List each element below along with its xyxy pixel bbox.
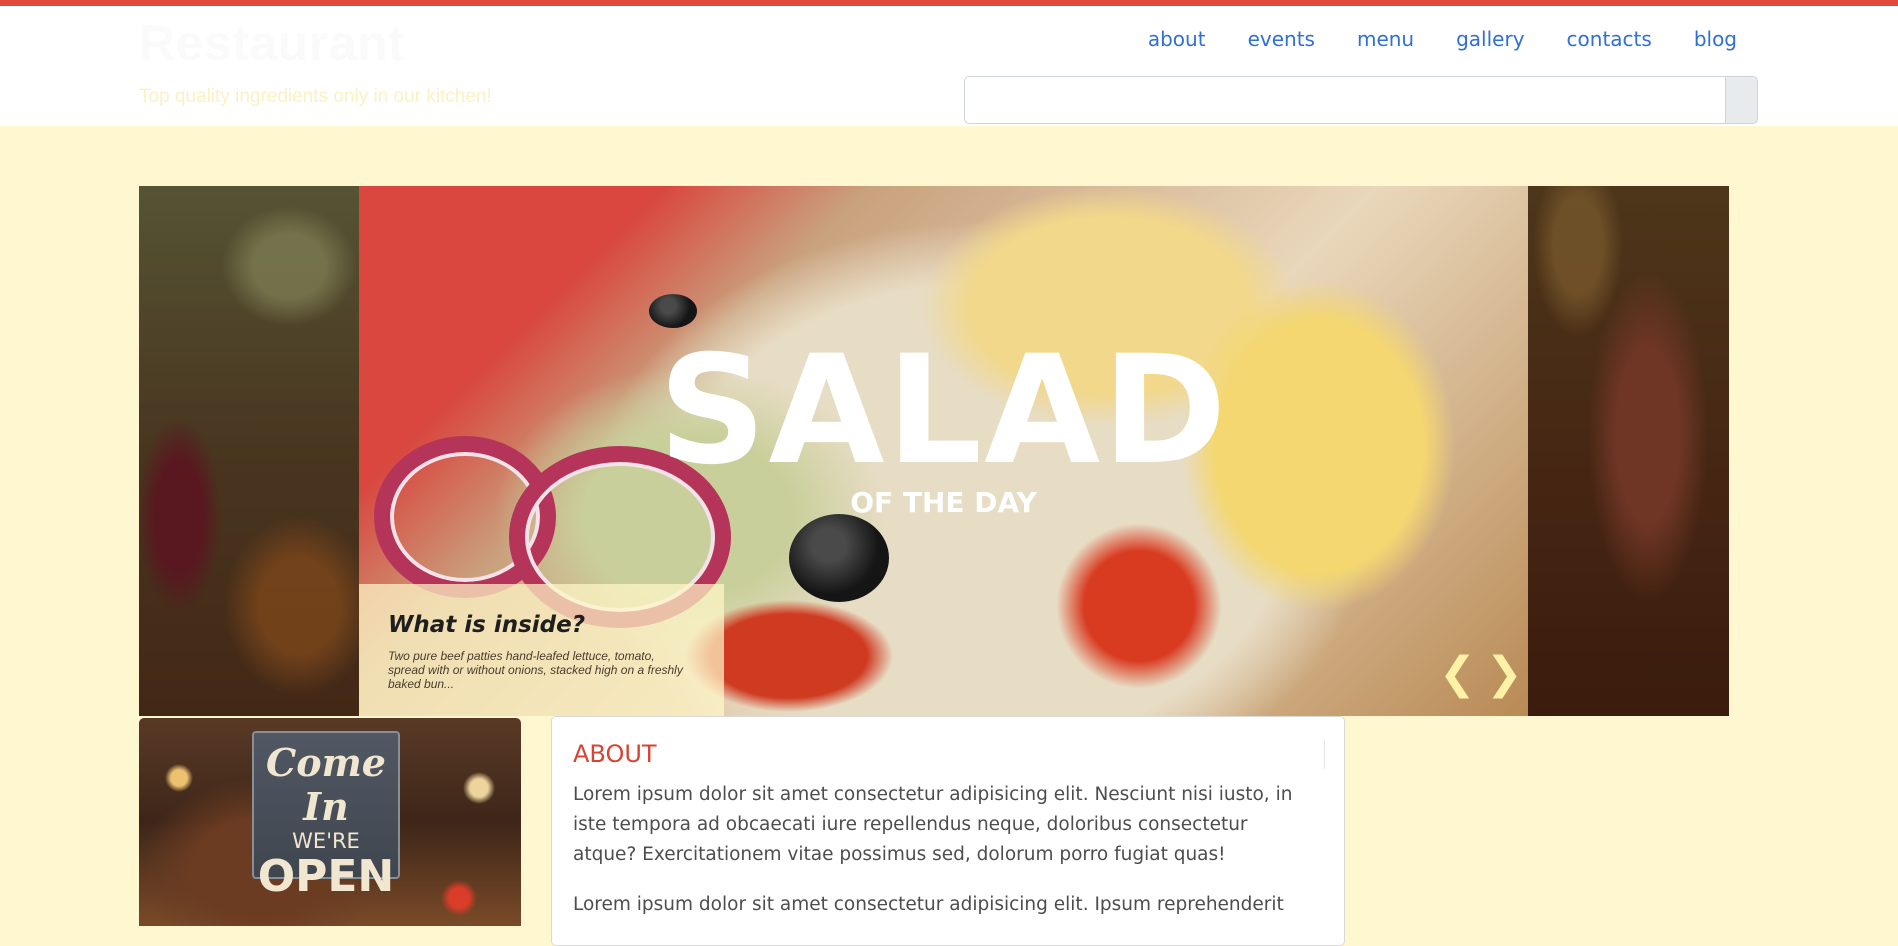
nav-link-contacts[interactable]: contacts	[1546, 26, 1673, 52]
about-card: ABOUT Lorem ipsum dolor sit amet consect…	[551, 716, 1345, 946]
slider-active-slide: SALAD OF THE DAY What is inside? Two pur…	[359, 186, 1528, 716]
search-input[interactable]	[964, 76, 1725, 124]
about-paragraph: Lorem ipsum dolor sit amet consectetur a…	[573, 784, 1293, 865]
brand-title[interactable]: Restaurant	[139, 14, 405, 72]
chevron-left-icon[interactable]: ❮	[1439, 652, 1476, 696]
search-bar	[964, 76, 1758, 124]
chevron-right-icon[interactable]: ❯	[1486, 652, 1523, 696]
slide-heading: SALAD	[658, 324, 1229, 498]
nav-link-events[interactable]: events	[1227, 26, 1336, 52]
open-sign: Come In WE'RE OPEN	[252, 731, 400, 901]
site-header: Restaurant Top quality ingredients only …	[0, 6, 1898, 126]
caption-title: What is inside?	[388, 612, 586, 638]
caption-text: Two pure beef patties hand-leafed lettuc…	[388, 649, 683, 691]
open-sign-image: Come In WE'RE OPEN	[139, 718, 521, 926]
slide-caption: What is inside? Two pure beef patties ha…	[359, 584, 724, 716]
slider-prev-slide-preview[interactable]	[139, 186, 359, 716]
olive-image	[649, 294, 697, 328]
sign-line-open: OPEN	[257, 851, 395, 902]
slider-controls: ❮ ❯	[1439, 652, 1523, 696]
olive-image	[789, 514, 889, 602]
hero-slider: SALAD OF THE DAY What is inside? Two pur…	[139, 186, 1729, 716]
main-nav: about events menu gallery contacts blog	[1127, 26, 1737, 52]
slider-next-slide-preview[interactable]	[1528, 186, 1729, 716]
nav-link-blog[interactable]: blog	[1673, 26, 1737, 52]
brand-tagline: Top quality ingredients only in our kitc…	[139, 86, 492, 107]
nav-link-menu[interactable]: menu	[1336, 26, 1435, 52]
search-button[interactable]	[1725, 76, 1758, 124]
nav-link-gallery[interactable]: gallery	[1435, 26, 1545, 52]
sign-line-come-in: Come In	[266, 740, 386, 829]
nav-link-about[interactable]: about	[1127, 26, 1227, 52]
about-title: ABOUT	[573, 740, 657, 768]
about-paragraph: Lorem ipsum dolor sit amet consectetur a…	[573, 894, 1284, 915]
sign-line-were: WE'RE	[292, 829, 360, 853]
slide-subheading: OF THE DAY	[850, 486, 1037, 519]
